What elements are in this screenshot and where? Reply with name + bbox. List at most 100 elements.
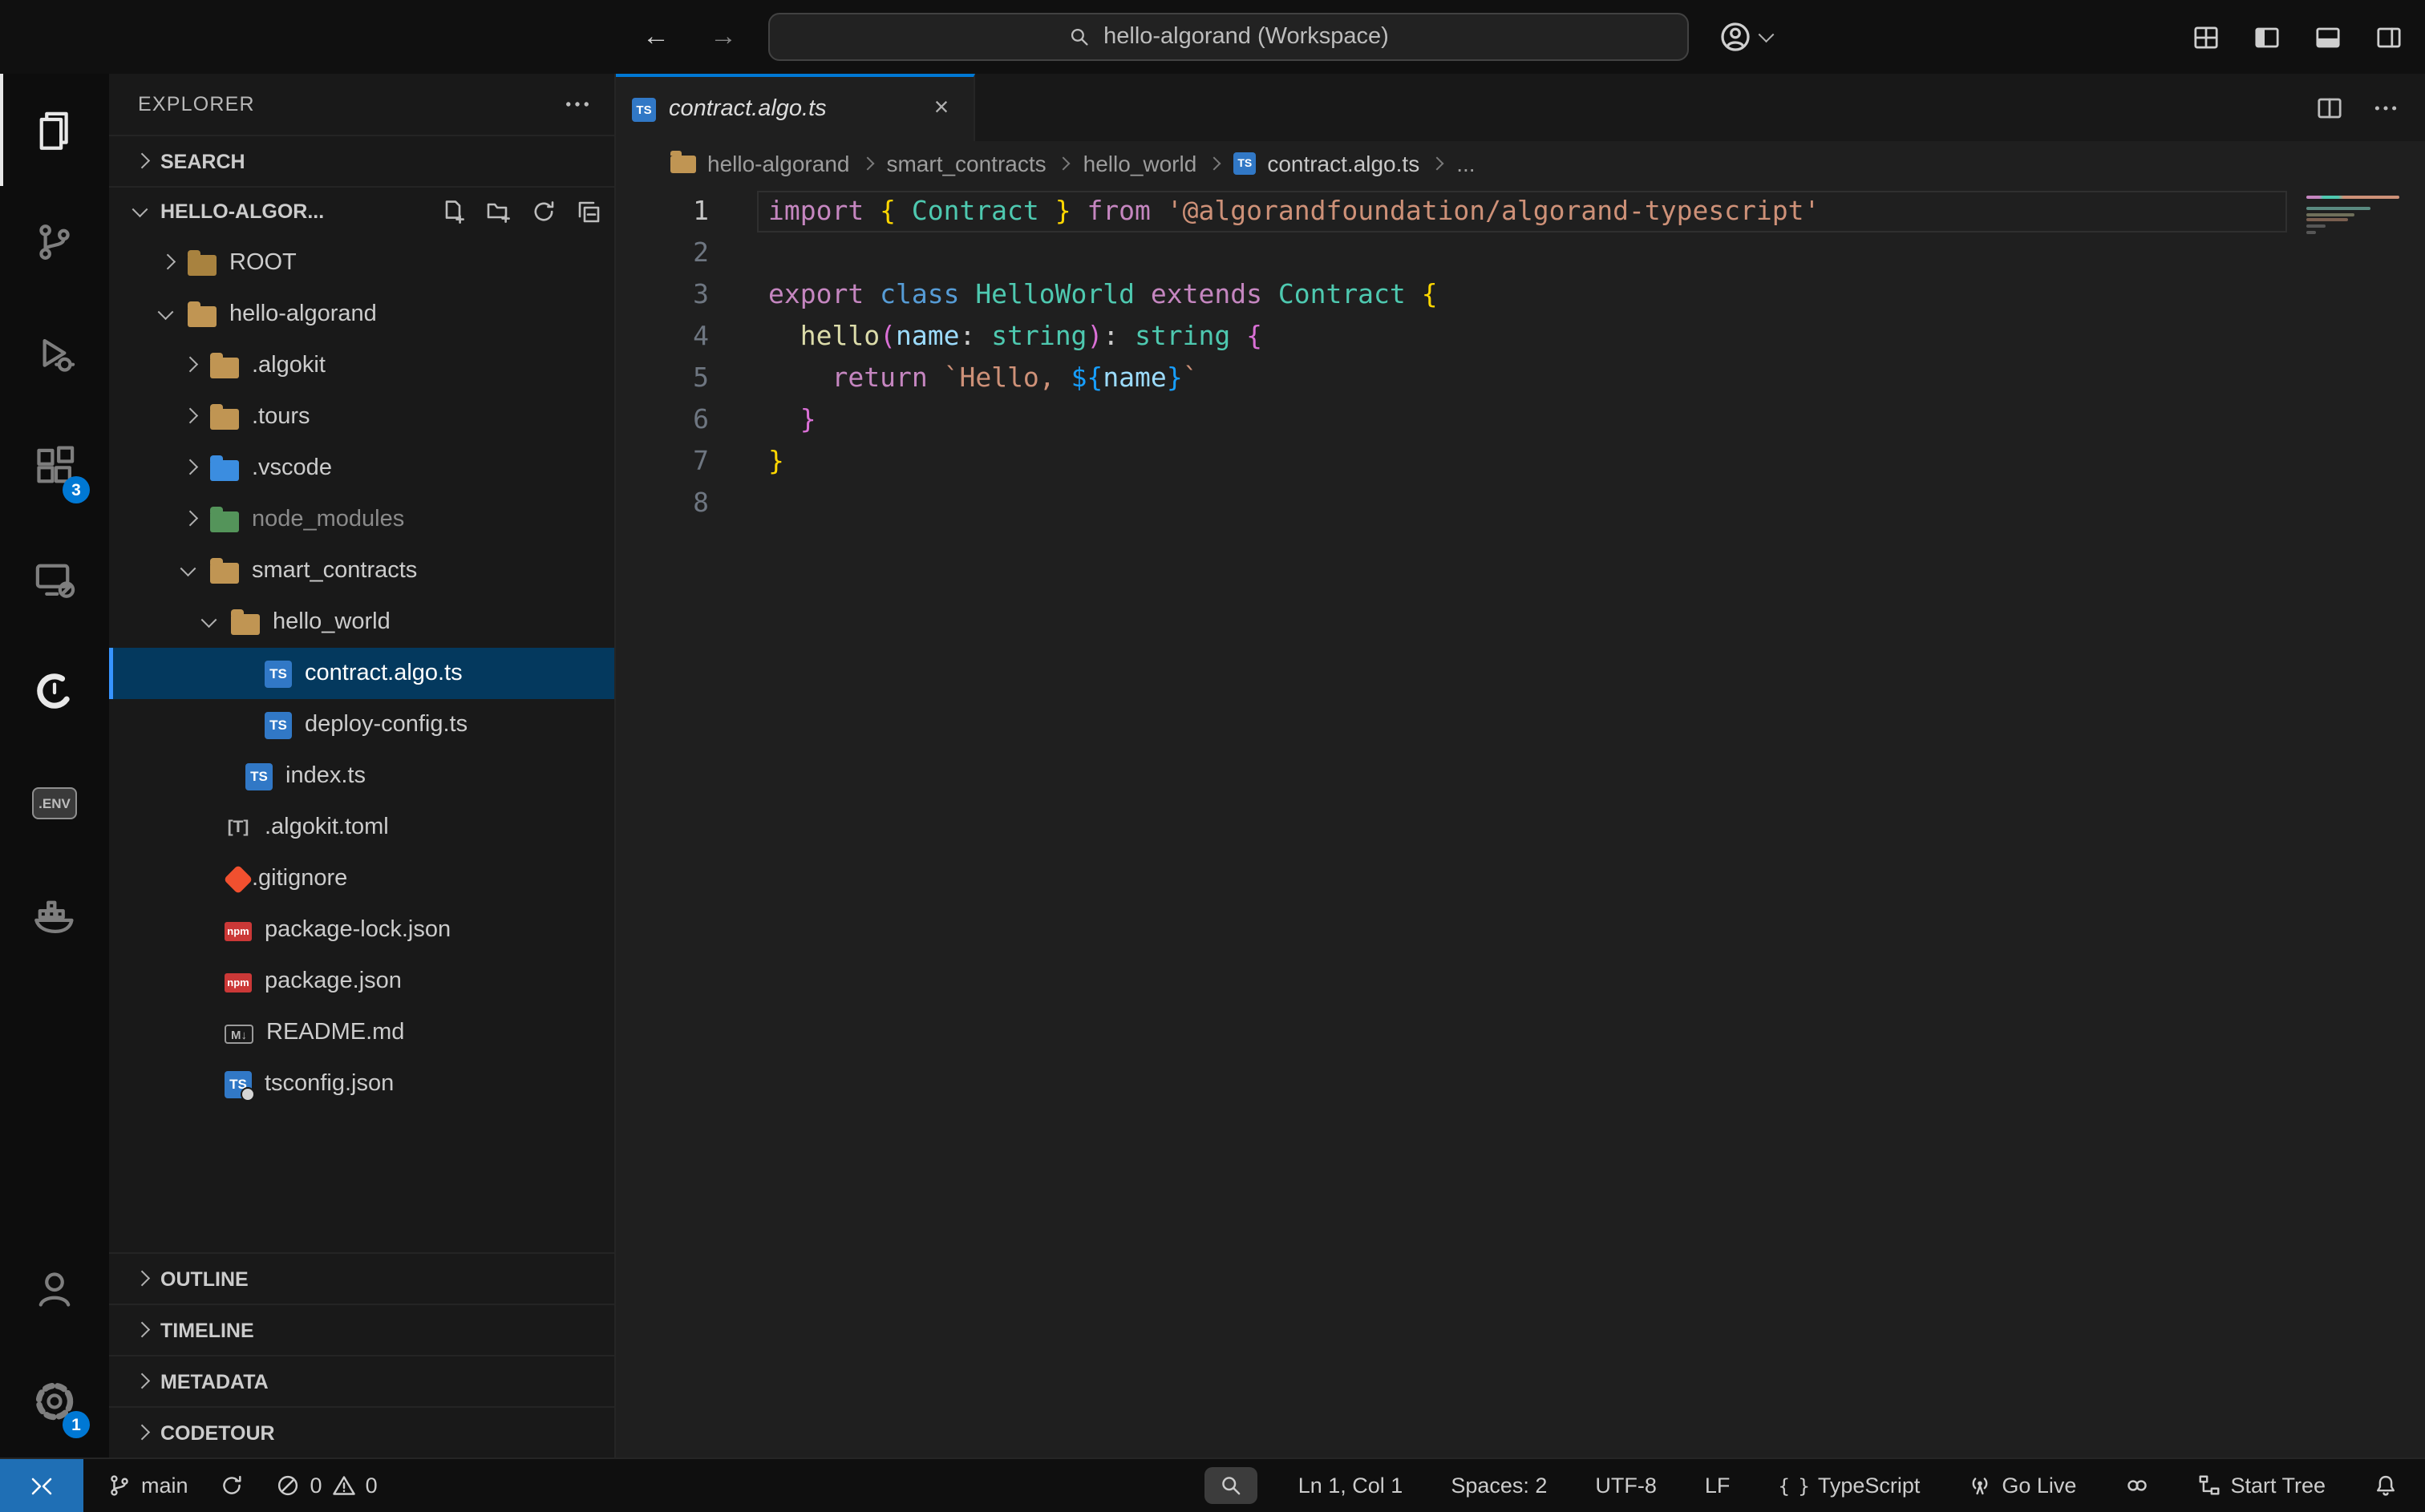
linked-circles-button[interactable]	[2116, 1474, 2156, 1498]
sync-button[interactable]	[213, 1474, 253, 1498]
section-workspace[interactable]: HELLO-ALGOR...	[109, 186, 614, 237]
code-editor[interactable]: 1import { Contract } from '@algorandfoun…	[616, 186, 2425, 1457]
activity-docker[interactable]	[0, 859, 109, 972]
code-line[interactable]: 6 }	[616, 399, 2425, 441]
tab-contract-algo-ts[interactable]: contract.algo.ts	[616, 74, 975, 141]
section-search[interactable]: SEARCH	[109, 135, 614, 186]
chevron-down-icon	[200, 612, 220, 632]
more-actions-icon[interactable]	[2372, 94, 2399, 121]
more-actions-icon[interactable]	[563, 90, 592, 119]
minimap-line	[2306, 224, 2326, 228]
tree-item-file[interactable]: tsconfig.json	[109, 1058, 614, 1110]
section-label: METADATA	[160, 1370, 269, 1393]
breadcrumb-item[interactable]: ...	[1456, 151, 1475, 176]
tree-item-file[interactable]: deploy-config.ts	[109, 699, 614, 750]
section-metadata[interactable]: METADATA	[109, 1355, 614, 1406]
start-tree-button[interactable]: Start Tree	[2188, 1474, 2334, 1498]
activity-remote-explorer[interactable]	[0, 523, 109, 635]
breadcrumb-item[interactable]: contract.algo.ts	[1267, 151, 1419, 176]
arrow-right-icon	[710, 21, 737, 53]
minimap[interactable]	[2297, 186, 2425, 1457]
breadcrumb-item[interactable]: hello-algorand	[707, 151, 849, 176]
tree-item-file[interactable]: .gitignore	[109, 853, 614, 904]
tree-item-file[interactable]: package-lock.json	[109, 904, 614, 956]
settings-badge: 1	[63, 1411, 90, 1438]
activity-run-debug[interactable]	[0, 298, 109, 410]
section-timeline[interactable]: TIMELINE	[109, 1304, 614, 1355]
braces-icon	[1778, 1474, 1808, 1498]
folder-icon	[210, 358, 239, 378]
folder-open-icon	[188, 306, 217, 327]
new-file-icon[interactable]	[441, 199, 467, 224]
tree-item-folder[interactable]: .tours	[109, 391, 614, 443]
account-icon	[1719, 21, 1751, 53]
toggle-panel-icon[interactable]	[2314, 23, 2342, 51]
back-button[interactable]	[638, 19, 674, 55]
section-outline[interactable]: OUTLINE	[109, 1252, 614, 1304]
error-count: 0	[310, 1474, 322, 1498]
close-icon[interactable]	[925, 93, 957, 125]
refresh-icon[interactable]	[531, 199, 557, 224]
eol-button[interactable]: LF	[1697, 1474, 1739, 1498]
tree-item-file[interactable]: package.json	[109, 956, 614, 1007]
language-button[interactable]: TypeScript	[1770, 1474, 1928, 1498]
tree-item-file-selected[interactable]: contract.algo.ts	[109, 648, 614, 699]
activity-source-control[interactable]	[0, 186, 109, 298]
branch-button[interactable]: main	[99, 1474, 196, 1498]
chevron-right-icon	[180, 459, 199, 478]
code-line[interactable]: 8	[616, 483, 2425, 524]
tree-item-folder[interactable]: smart_contracts	[109, 545, 614, 596]
activity-dotenv[interactable]: .ENV	[0, 747, 109, 859]
collapse-all-icon[interactable]	[576, 199, 601, 224]
forward-button[interactable]	[706, 19, 741, 55]
chevron-right-icon	[132, 1372, 151, 1391]
section-codetour[interactable]: CODETOUR	[109, 1406, 614, 1457]
activity-accounts[interactable]	[0, 1233, 109, 1345]
code-line[interactable]: 1import { Contract } from '@algorandfoun…	[616, 191, 2425, 232]
tree-item-label: tsconfig.json	[265, 1071, 394, 1097]
cursor-position-button[interactable]: Ln 1, Col 1	[1290, 1474, 1411, 1498]
file-tree: ROOT hello-algorand .algokit .tours	[109, 237, 614, 1110]
tree-item-folder[interactable]: hello_world	[109, 596, 614, 648]
tree-item-folder[interactable]: .algokit	[109, 340, 614, 391]
tree-item-file[interactable]: README.md	[109, 1007, 614, 1058]
command-center-search[interactable]: hello-algorand (Workspace)	[768, 13, 1689, 61]
minimap-line	[2306, 219, 2348, 222]
go-live-button[interactable]: Go Live	[1960, 1474, 2084, 1498]
code-line[interactable]: 3export class HelloWorld extends Contrac…	[616, 274, 2425, 316]
section-label: SEARCH	[160, 150, 245, 172]
zoom-button[interactable]	[1205, 1467, 1258, 1504]
tree-item-folder[interactable]: node_modules	[109, 494, 614, 545]
tree-item-folder[interactable]: ROOT	[109, 237, 614, 289]
new-folder-icon[interactable]	[486, 199, 512, 224]
editor-actions	[2316, 74, 2425, 141]
indentation-button[interactable]: Spaces: 2	[1443, 1474, 1555, 1498]
activity-algokit[interactable]	[0, 635, 109, 747]
remote-indicator[interactable]	[0, 1459, 83, 1512]
split-editor-icon[interactable]	[2316, 94, 2343, 121]
breadcrumb-item[interactable]: hello_world	[1083, 151, 1197, 176]
code-line[interactable]: 4 hello(name: string): string {	[616, 316, 2425, 358]
title-bar: hello-algorand (Workspace)	[0, 0, 2425, 74]
status-right: Ln 1, Col 1 Spaces: 2 UTF-8 LF TypeScrip…	[1205, 1467, 2425, 1504]
problems-button[interactable]: 0 0	[269, 1474, 386, 1498]
activity-extensions[interactable]: 3	[0, 410, 109, 523]
toggle-sidebar-icon[interactable]	[2253, 23, 2281, 51]
code-line[interactable]: 7}	[616, 441, 2425, 483]
encoding-button[interactable]: UTF-8	[1587, 1474, 1665, 1498]
activity-explorer[interactable]	[0, 74, 109, 186]
minimap-line	[2306, 196, 2399, 199]
account-menu[interactable]	[1719, 14, 1777, 59]
code-line[interactable]: 5 return `Hello, ${name}`	[616, 358, 2425, 399]
customize-layout-icon[interactable]	[2192, 23, 2220, 51]
notifications-button[interactable]	[2366, 1474, 2406, 1498]
code-line[interactable]: 2	[616, 232, 2425, 274]
tree-item-folder[interactable]: .vscode	[109, 443, 614, 494]
tree-item-file[interactable]: .algokit.toml	[109, 802, 614, 853]
tree-item-folder[interactable]: hello-algorand	[109, 289, 614, 340]
toggle-secondary-sidebar-icon[interactable]	[2375, 23, 2403, 51]
activity-settings[interactable]: 1	[0, 1345, 109, 1457]
breadcrumb-item[interactable]: smart_contracts	[886, 151, 1046, 176]
tree-item-file[interactable]: index.ts	[109, 750, 614, 802]
tree-item-label: contract.algo.ts	[305, 661, 463, 686]
